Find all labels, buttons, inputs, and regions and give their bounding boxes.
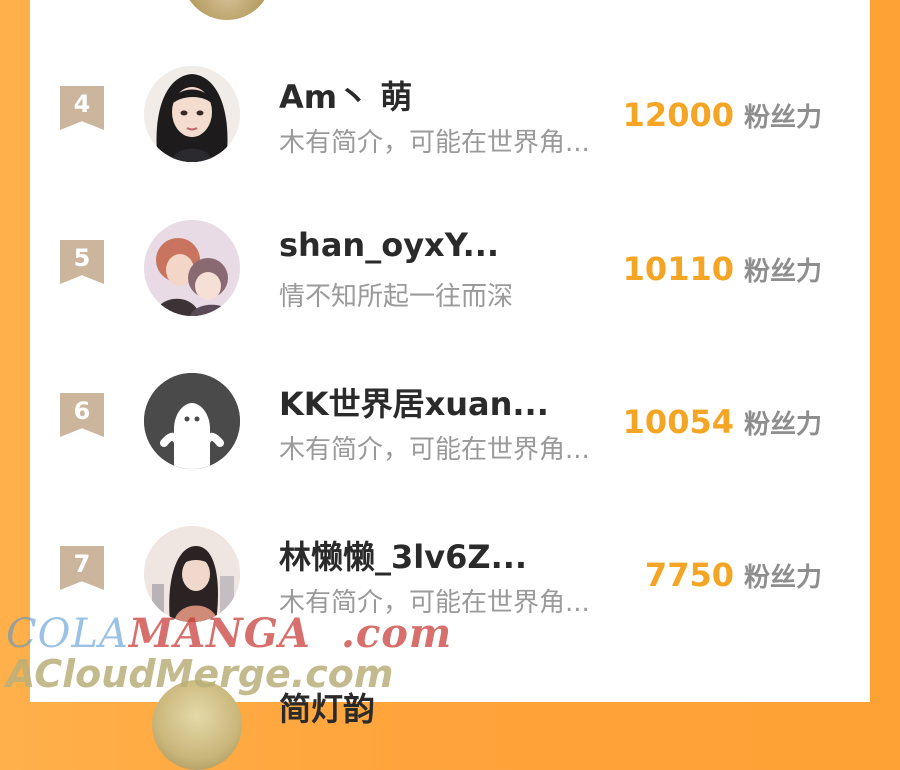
site-watermark: COLAMANGA .com [6, 610, 452, 657]
user-avatar[interactable] [144, 66, 240, 162]
user-name: Am丶 萌 [279, 78, 413, 116]
rank-badge: 5 [60, 240, 104, 284]
avatar-two-boys-icon [144, 220, 240, 316]
user-name: shan_oyxY... [279, 226, 500, 264]
fans-count: 12000 [622, 96, 734, 134]
fans-count: 7750 [644, 556, 734, 594]
fans-unit: 粉丝力 [743, 410, 822, 440]
fans-power: 7750 粉丝力 [645, 556, 822, 594]
fans-unit: 粉丝力 [743, 103, 822, 133]
user-avatar[interactable] [144, 526, 240, 622]
user-avatar[interactable] [144, 373, 240, 469]
avatar-girl-cityscape-icon [144, 526, 240, 622]
watermark-com: .com [340, 610, 453, 657]
fans-power: 10054 粉丝力 [623, 403, 822, 441]
ranking-row[interactable]: 6 KK世界居xuan... 木有简介，可能在世界角... 10054 粉丝力 [30, 373, 870, 483]
user-avatar[interactable] [144, 220, 240, 316]
watermark-manga: MANGA [128, 610, 311, 657]
rank-badge: 7 [60, 546, 104, 590]
rank-badge: 6 [60, 393, 104, 437]
watermark-cola: COLA [6, 611, 129, 657]
fans-count: 10110 [622, 250, 734, 288]
fans-power: 12000 粉丝力 [623, 96, 822, 134]
previous-row-avatar[interactable] [182, 0, 272, 20]
ranking-row[interactable]: 5 shan_oyxY... 情不知所起一往而深 10110 粉丝力 [30, 220, 870, 330]
fans-count: 10054 [622, 403, 734, 441]
site-watermark-2: ACloudMerge.com [6, 652, 394, 696]
user-name: 林懒懒_3lv6Z... [279, 538, 528, 576]
ranking-row[interactable]: 4 Am丶 萌 木有简介，可能在世界角... 12000 粉丝力 [30, 66, 870, 176]
user-bio: 木有简介，可能在世界角... [279, 435, 590, 465]
user-name: KK世界居xuan... [279, 385, 549, 423]
fans-power: 10110 粉丝力 [623, 250, 822, 288]
ranking-panel: 4 Am丶 萌 木有简介，可能在世界角... 12000 粉丝力 5 shan_… [30, 0, 870, 702]
avatar-girl-dark-hair-icon [144, 66, 240, 162]
rank-badge: 4 [60, 86, 104, 130]
user-bio: 木有简介，可能在世界角... [279, 128, 590, 158]
fans-unit: 粉丝力 [743, 563, 822, 593]
user-bio: 情不知所起一往而深 [279, 282, 514, 312]
fans-unit: 粉丝力 [743, 257, 822, 287]
default-ghost-avatar-icon [144, 373, 240, 469]
